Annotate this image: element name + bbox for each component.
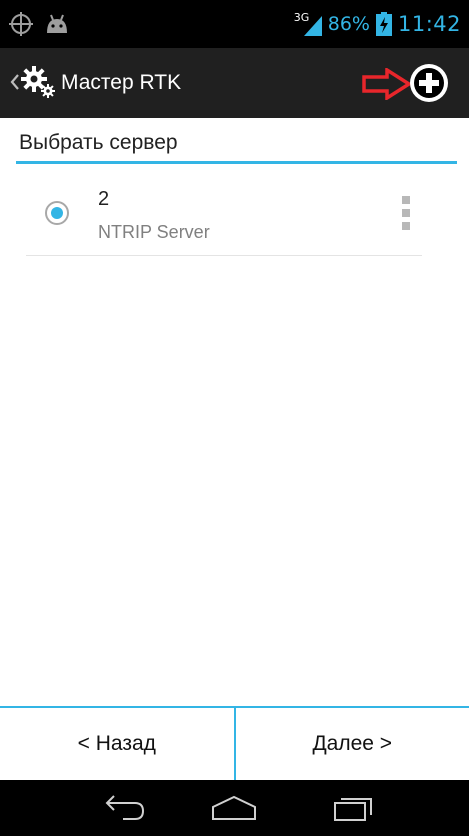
add-server-button[interactable]: [410, 64, 448, 102]
action-bar-title: Мастер RTK: [61, 71, 182, 94]
back-caret-icon[interactable]: [8, 70, 20, 94]
status-left: [8, 11, 70, 37]
server-list-item[interactable]: 2 NTRIP Server: [26, 174, 422, 256]
bottom-button-bar: < Назад Далее >: [0, 706, 469, 780]
nav-back-button[interactable]: [73, 780, 173, 836]
add-icon: [414, 68, 444, 98]
status-clock: 11:42: [397, 12, 461, 36]
action-bar: Мастер RTK: [0, 48, 469, 118]
back-icon: [105, 795, 145, 820]
gps-icon: [9, 12, 33, 36]
recent-apps-icon: [334, 798, 372, 821]
radio-selected-dot: [51, 207, 63, 219]
battery-percent: 86%: [327, 13, 370, 35]
home-icon: [212, 795, 256, 820]
battery-charging-icon: [375, 12, 392, 36]
nav-recent-apps-button[interactable]: [304, 780, 404, 836]
navigation-bar: [0, 780, 469, 836]
section-title: Выбрать сервер: [16, 124, 457, 164]
nav-home-button[interactable]: [184, 780, 284, 836]
server-type: NTRIP Server: [98, 222, 210, 242]
back-button[interactable]: < Назад: [0, 708, 234, 780]
red-arrow-icon: [362, 68, 413, 100]
server-radio-button[interactable]: [45, 201, 69, 225]
status-bar: 3G 86% 11:42: [0, 0, 469, 48]
server-name: 2: [98, 188, 110, 210]
signal-indicator: 3G: [294, 11, 322, 36]
settings-gears-icon[interactable]: [20, 65, 56, 99]
overflow-menu-icon[interactable]: [400, 196, 412, 230]
next-button[interactable]: Далее >: [235, 708, 469, 780]
android-debug-icon: [47, 14, 67, 33]
signal-icon: [303, 16, 322, 36]
status-right: 3G 86% 11:42: [294, 11, 461, 36]
